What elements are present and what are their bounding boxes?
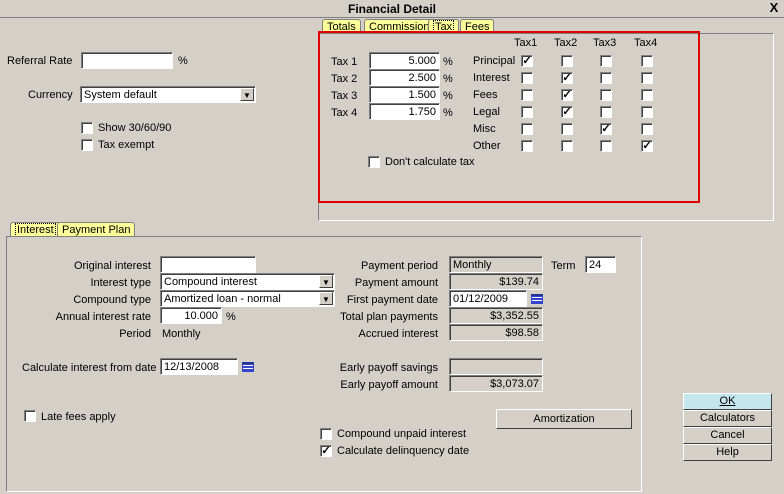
compound-unpaid-label: Compound unpaid interest [337, 428, 467, 440]
accrued-interest-value: $98.58 [449, 324, 543, 341]
tab-interest[interactable]: Interest [10, 222, 61, 237]
tax-exempt-checkbox[interactable] [81, 139, 93, 151]
interest-type-value: Compound interest [164, 276, 257, 288]
annual-rate-label: Annual interest rate [55, 311, 151, 323]
calc-from-date-label: Calculate interest from date [22, 362, 157, 374]
early-payoff-savings-value [449, 358, 543, 375]
referral-rate-label: Referral Rate [7, 55, 73, 67]
calendar-icon[interactable] [531, 294, 543, 304]
period-label: Period [119, 328, 151, 340]
help-button[interactable]: Help [683, 444, 772, 461]
first-payment-label: First payment date [346, 294, 438, 306]
interest-type-label: Interest type [90, 277, 151, 289]
chevron-down-icon[interactable]: ▼ [240, 88, 254, 101]
compound-type-value: Amortized loan - normal [164, 293, 281, 305]
original-interest-input[interactable] [160, 256, 256, 273]
first-payment-input[interactable]: 01/12/2009 [449, 290, 527, 307]
late-fees-checkbox[interactable] [24, 410, 36, 422]
compound-unpaid-checkbox[interactable] [320, 428, 332, 440]
calculators-button[interactable]: Calculators [683, 410, 772, 427]
compound-type-select[interactable]: Amortized loan - normal ▼ [160, 290, 335, 307]
currency-select[interactable]: System default ▼ [80, 86, 256, 103]
term-label: Term [551, 260, 576, 272]
currency-label: Currency [28, 89, 73, 101]
accrued-interest-label: Accrued interest [358, 328, 438, 340]
early-payoff-amount-label: Early payoff amount [340, 379, 438, 391]
referral-rate-unit: % [178, 55, 188, 67]
total-plan-label: Total plan payments [340, 311, 438, 323]
compound-type-label: Compound type [73, 294, 151, 306]
payment-period-label: Payment period [360, 260, 438, 272]
early-payoff-savings-label: Early payoff savings [339, 362, 438, 374]
tab-payment-plan[interactable]: Payment Plan [57, 222, 136, 237]
tax-exempt-label: Tax exempt [98, 139, 155, 151]
late-fees-label: Late fees apply [41, 411, 116, 423]
window-title: Financial Detail [347, 2, 437, 16]
annual-rate-unit: % [226, 311, 236, 323]
original-interest-label: Original interest [73, 260, 151, 272]
payment-amount-label: Payment amount [354, 277, 438, 289]
interest-type-select[interactable]: Compound interest ▼ [160, 273, 335, 290]
early-payoff-amount-value: $3,073.07 [449, 375, 543, 392]
amortization-button[interactable]: Amortization [496, 409, 632, 429]
highlight-box [318, 31, 700, 203]
term-input[interactable]: 24 [585, 256, 616, 273]
ok-button[interactable]: OK [683, 393, 772, 410]
calc-delinquency-label: Calculate delinquency date [337, 445, 470, 457]
show-30-60-90-checkbox[interactable] [81, 122, 93, 134]
cancel-button[interactable]: Cancel [683, 427, 772, 444]
referral-rate-input[interactable] [81, 52, 173, 69]
payment-amount-value: $139.74 [449, 273, 543, 290]
calc-delinquency-checkbox[interactable]: ✓ [320, 445, 332, 457]
show-30-60-90-label: Show 30/60/90 [98, 122, 172, 134]
calc-from-date-input[interactable]: 12/13/2008 [160, 358, 238, 375]
annual-rate-input[interactable]: 10.000 [160, 307, 222, 324]
payment-period-value: Monthly [449, 256, 543, 273]
total-plan-value: $3,352.55 [449, 307, 543, 324]
calendar-icon[interactable] [242, 362, 254, 372]
close-icon[interactable]: X [766, 1, 782, 16]
tab-interest-label: Interest [15, 223, 56, 237]
ok-button-label: OK [719, 395, 736, 407]
tab-payment-plan-label: Payment Plan [62, 224, 131, 236]
currency-select-value: System default [84, 89, 157, 101]
period-value: Monthly [162, 328, 201, 340]
window-title-bar: Financial Detail [0, 0, 784, 18]
